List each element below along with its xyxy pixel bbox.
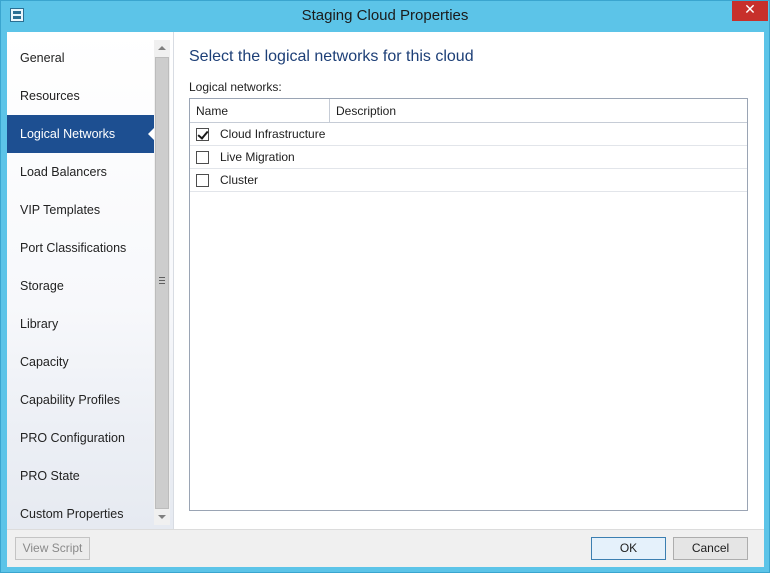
nav-item-logical-networks[interactable]: Logical Networks <box>7 115 155 153</box>
table-row[interactable]: Live Migration <box>190 146 747 169</box>
window-title: Staging Cloud Properties <box>301 7 469 24</box>
close-button[interactable]: ✕ <box>732 1 768 21</box>
nav-item-general[interactable]: General <box>7 39 154 77</box>
row-name: Cloud Infrastructure <box>220 127 326 141</box>
column-header-description[interactable]: Description <box>330 99 747 123</box>
nav-item-pro-state[interactable]: PRO State <box>7 457 154 495</box>
nav-item-custom-properties[interactable]: Custom Properties <box>7 495 154 529</box>
logical-networks-grid: Name Description Cloud Infrastructure Li… <box>189 98 748 511</box>
table-row[interactable]: Cluster <box>190 169 747 192</box>
cancel-button[interactable]: Cancel <box>673 537 748 560</box>
scroll-up-icon[interactable] <box>158 46 166 50</box>
nav-item-capacity[interactable]: Capacity <box>7 343 154 381</box>
ok-button[interactable]: OK <box>591 537 666 560</box>
dialog-client: General Resources Logical Networks Load … <box>7 32 764 567</box>
row-checkbox[interactable] <box>196 174 209 187</box>
grid-label: Logical networks: <box>189 80 282 94</box>
dialog-footer: View Script OK Cancel <box>7 529 764 567</box>
main-panel: Select the logical networks for this clo… <box>175 32 764 529</box>
scrollbar-thumb[interactable] <box>155 57 169 509</box>
row-checkbox[interactable] <box>196 128 209 141</box>
grip-icon <box>159 277 165 284</box>
nav-item-vip-templates[interactable]: VIP Templates <box>7 191 154 229</box>
nav-scrollbar[interactable] <box>154 40 170 525</box>
scroll-down-icon[interactable] <box>158 515 166 519</box>
table-row[interactable]: Cloud Infrastructure <box>190 123 747 146</box>
nav-item-pro-configuration[interactable]: PRO Configuration <box>7 419 154 457</box>
row-name: Cluster <box>220 173 259 187</box>
nav-panel: General Resources Logical Networks Load … <box>7 32 174 529</box>
nav-item-library[interactable]: Library <box>7 305 154 343</box>
nav-item-storage[interactable]: Storage <box>7 267 154 305</box>
column-header-name[interactable]: Name <box>190 99 330 123</box>
row-checkbox[interactable] <box>196 151 209 164</box>
nav-item-load-balancers[interactable]: Load Balancers <box>7 153 154 191</box>
nav-item-resources[interactable]: Resources <box>7 77 154 115</box>
view-script-button[interactable]: View Script <box>15 537 90 560</box>
dialog-window: Staging Cloud Properties ✕ General Resou… <box>0 0 770 573</box>
nav-item-port-classifications[interactable]: Port Classifications <box>7 229 154 267</box>
grid-header: Name Description <box>190 99 747 123</box>
title-bar[interactable]: Staging Cloud Properties ✕ <box>1 1 769 31</box>
row-name: Live Migration <box>220 150 295 164</box>
nav-item-capability-profiles[interactable]: Capability Profiles <box>7 381 154 419</box>
page-title: Select the logical networks for this clo… <box>189 48 474 65</box>
